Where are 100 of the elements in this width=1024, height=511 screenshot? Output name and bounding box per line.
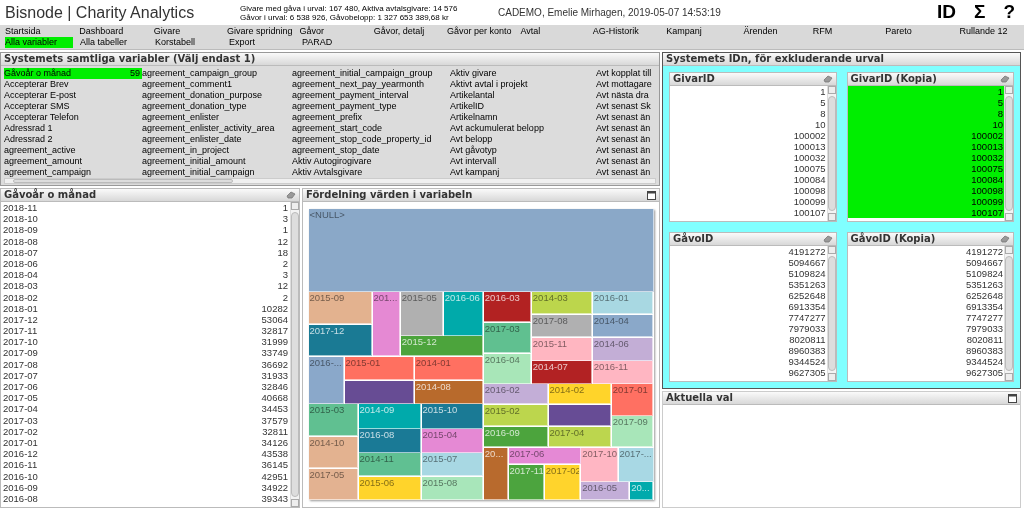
variable-item[interactable]: Adressrad 2 [4, 134, 142, 145]
treemap-tile[interactable]: 2016-08 [358, 429, 421, 453]
variable-item[interactable]: Gåvoår o månad 59 [4, 68, 142, 79]
variable-item[interactable]: Avt senast än [596, 156, 658, 167]
list-item[interactable]: 2018-10 3 [3, 213, 288, 225]
id-value[interactable]: 100002 [670, 130, 827, 141]
variable-item[interactable]: agreement_initial_amount [142, 156, 292, 167]
treemap-tile[interactable]: 2017-09 [611, 416, 654, 447]
treemap-tile[interactable] [548, 405, 612, 427]
list-item[interactable]: 2018-02 2 [3, 291, 288, 303]
id-value[interactable]: 8 [847, 108, 1004, 119]
variable-item[interactable]: Avt senast än [596, 145, 658, 156]
menu-tab[interactable]: Gåvor [299, 26, 328, 37]
list-item[interactable]: 2016-10 42951 [3, 470, 288, 482]
id-value[interactable]: 9344524 [847, 356, 1004, 367]
id-value[interactable]: 8020811 [670, 334, 827, 345]
id-value[interactable]: 100075 [670, 163, 827, 174]
variable-item[interactable]: agreement_payment_type [292, 101, 450, 112]
maximize-icon[interactable] [647, 190, 656, 200]
variable-item[interactable]: Avt senast än [596, 134, 658, 145]
variable-item[interactable]: Aktiv Avtalsgivare [292, 167, 450, 178]
variable-item[interactable]: ArtikelID [450, 101, 596, 112]
id-value[interactable]: 5109824 [847, 268, 1004, 279]
variable-item[interactable]: Accepterar E-post [4, 90, 142, 101]
list-item[interactable]: 2018-01 10282 [3, 302, 288, 314]
clear-selection-icon[interactable] [822, 235, 833, 243]
menu-tab[interactable]: Givare [153, 26, 185, 37]
list-item[interactable]: 2017-07 31933 [3, 369, 288, 381]
variable-item[interactable]: Avt nästa dra [596, 90, 658, 101]
treemap-tile[interactable]: 2015-11 [531, 338, 593, 361]
id-value[interactable]: 100032 [670, 152, 827, 163]
scrollbar[interactable] [826, 86, 836, 221]
id-value[interactable]: 5094667 [847, 257, 1004, 268]
variable-item[interactable]: agreement_enlister [142, 112, 292, 123]
toolbar-button[interactable]: Σ [974, 0, 986, 27]
treemap-tile[interactable]: 2015-08 [421, 476, 483, 500]
variable-item[interactable]: agreement_campaign [4, 167, 142, 178]
variable-item[interactable]: agreement_comment1 [142, 79, 292, 90]
variable-item[interactable]: Accepterar Brev [4, 79, 142, 90]
list-item[interactable]: 2017-04 34453 [3, 403, 288, 415]
treemap-tile[interactable]: 2016-04 [483, 354, 532, 384]
menu-tab[interactable]: Givare spridning [227, 26, 297, 37]
list-item[interactable]: 2017-08 36692 [3, 358, 288, 370]
variable-item[interactable]: Aktiv givare [450, 68, 596, 79]
variable-item[interactable]: Avt kampanj [450, 167, 596, 178]
variable-item[interactable]: agreement_enlister_activity_area [142, 123, 292, 134]
variable-item[interactable]: Avt mottagare [596, 79, 658, 90]
menu-tab[interactable]: Startsida [5, 26, 45, 37]
variable-item[interactable]: agreement_initial_campaign [142, 167, 292, 178]
id-value[interactable]: 5351263 [847, 279, 1004, 290]
id-value[interactable]: 9627305 [670, 367, 827, 378]
id-value[interactable]: 5351263 [670, 279, 827, 290]
treemap-tile[interactable]: 2017-04 [548, 427, 612, 447]
id-value[interactable]: 100098 [670, 185, 827, 196]
id-value[interactable]: 6913354 [847, 301, 1004, 312]
id-value[interactable]: 7747277 [847, 312, 1004, 323]
id-value[interactable]: 7747277 [670, 312, 827, 323]
clear-selection-icon[interactable] [822, 75, 833, 83]
variable-item[interactable]: agreement_campaign_group [142, 68, 292, 79]
menu-tab[interactable]: Korstabell [155, 37, 200, 48]
variable-item[interactable]: agreement_stop_code_property_id [292, 134, 450, 145]
treemap-tile[interactable]: 2015-06 [358, 476, 421, 500]
id-value[interactable]: 10 [847, 119, 1004, 130]
toolbar-button[interactable]: ID [937, 0, 956, 27]
id-value[interactable]: 8020811 [847, 334, 1004, 345]
variable-item[interactable]: agreement_in_project [142, 145, 292, 156]
variable-item[interactable]: agreement_donation_type [142, 101, 292, 112]
list-item[interactable]: 2017-10 31999 [3, 336, 288, 348]
menu-tab[interactable]: Alla variabler [5, 37, 73, 48]
menu-tab[interactable]: Gåvor, detalj [373, 26, 429, 37]
id-value[interactable]: 9627305 [847, 367, 1004, 378]
menu-tab[interactable]: Avtal [520, 26, 545, 37]
variable-item[interactable]: agreement_donation_purpose [142, 90, 292, 101]
id-value[interactable]: 100075 [847, 163, 1004, 174]
scrollbar[interactable] [290, 202, 299, 507]
id-value[interactable]: 8 [670, 108, 827, 119]
list-item[interactable]: 2016-08 39343 [3, 492, 288, 505]
list-item[interactable]: 2016-11 36145 [3, 459, 288, 471]
id-value[interactable]: 100013 [670, 141, 827, 152]
list-item[interactable]: 2018-07 18 [3, 246, 288, 258]
list-item[interactable]: 2017-03 37579 [3, 414, 288, 426]
treemap-tile[interactable]: 2015-02 [483, 405, 548, 427]
menu-tab[interactable]: AG-Historik [592, 26, 643, 37]
id-value[interactable]: 4191272 [847, 246, 1004, 257]
menu-tab[interactable]: Dashboard [79, 26, 128, 37]
id-value[interactable]: 9344524 [670, 356, 827, 367]
treemap-tile[interactable]: 2017-12 [308, 325, 372, 357]
treemap-tile[interactable]: 2017-... [618, 447, 654, 482]
variable-item[interactable]: agreement_start_code [292, 123, 450, 134]
list-item[interactable]: 2016-12 43538 [3, 448, 288, 460]
variable-item[interactable]: agreement_initial_campaign_group [292, 68, 450, 79]
clear-selection-icon[interactable] [1000, 235, 1010, 243]
toolbar-button[interactable]: ? [1003, 0, 1015, 27]
id-value[interactable]: 6913354 [670, 301, 827, 312]
list-item[interactable]: 2017-05 40668 [3, 392, 288, 404]
treemap-tile[interactable]: 2016-11 [592, 361, 654, 384]
variable-item[interactable]: Aktiv Autogirogivare [292, 156, 450, 167]
maximize-icon[interactable] [1008, 393, 1017, 403]
list-item[interactable]: 2017-11 32817 [3, 325, 288, 337]
id-value[interactable]: 100032 [847, 152, 1004, 163]
